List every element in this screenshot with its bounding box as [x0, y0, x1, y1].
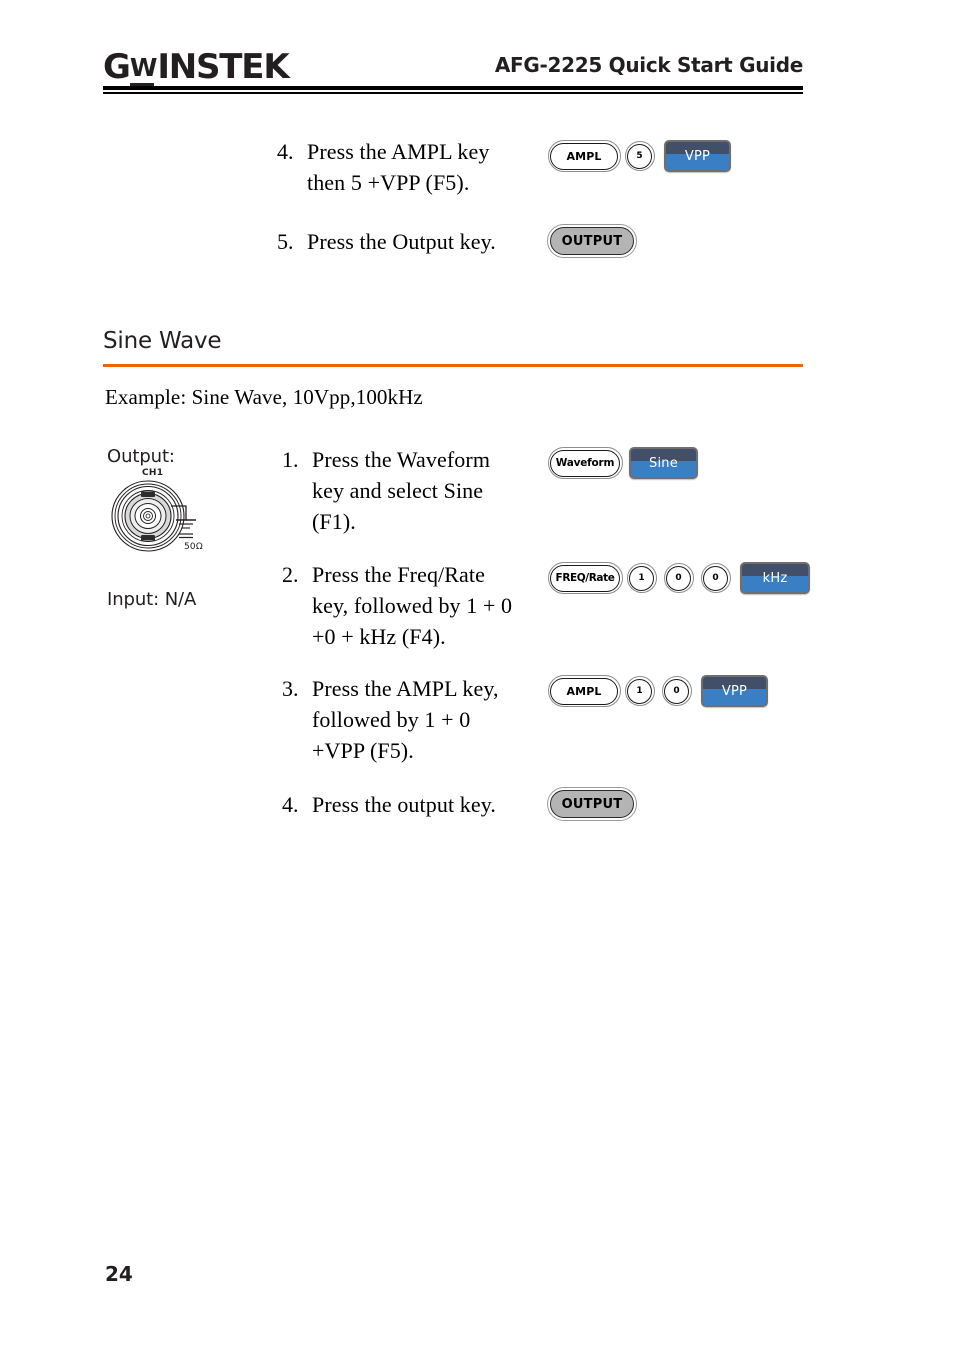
- step-text: Press the output key.: [312, 792, 496, 817]
- section-accent-rule: [103, 364, 803, 367]
- bnc-channel-label: CH1: [142, 468, 164, 478]
- bnc-connector-svg: [111, 480, 196, 552]
- bnc-impedance-label: 50Ω: [184, 542, 203, 552]
- input-label: Input: N/A: [107, 589, 197, 610]
- digit-key-0[interactable]: 0: [661, 676, 692, 706]
- step-row: 5. Press the Output key.: [277, 226, 547, 257]
- ampl-key[interactable]: AMPL: [547, 675, 621, 707]
- key-sequence: AMPL 1 0 VPP: [547, 675, 768, 707]
- step-text: Press the Waveform key and select Sine (F1…: [312, 447, 491, 534]
- key-sequence: Waveform Sine: [547, 447, 698, 479]
- key-sequence: OUTPUT: [547, 224, 637, 258]
- gw-instek-logo: GWINSTEK: [103, 47, 290, 89]
- key-sequence: FREQ/Rate 1 0 0 kHz: [547, 562, 810, 594]
- freq-rate-key[interactable]: FREQ/Rate: [547, 562, 623, 594]
- step-number: 2.: [282, 562, 299, 587]
- bnc-connector-icon: CH1 50Ω: [110, 468, 235, 563]
- vpp-softkey[interactable]: VPP: [664, 140, 731, 172]
- ampl-key[interactable]: AMPL: [547, 140, 621, 172]
- digit-key-1[interactable]: 1: [626, 563, 657, 593]
- step-row: 4. Press the output key.: [282, 789, 547, 820]
- logo-letter-g: G: [103, 47, 131, 87]
- key-sequence: OUTPUT: [547, 787, 637, 821]
- step-text: Press the Freq/Rate key, followed by 1 + …: [312, 562, 513, 649]
- document-page: GWINSTEK AFG-2225 Quick Start Guide 4. P…: [0, 0, 954, 1354]
- header-rule-thick: [103, 86, 803, 90]
- step-row: 4. Press the AMPL key then 5 +VPP (F5).: [277, 136, 547, 198]
- page-header: GWINSTEK AFG-2225 Quick Start Guide: [103, 45, 803, 89]
- logo-wordmark: INSTEK: [157, 47, 289, 87]
- output-key[interactable]: OUTPUT: [547, 787, 637, 821]
- step-number: 3.: [282, 676, 299, 701]
- step-number: 1.: [282, 447, 299, 472]
- digit-key-1[interactable]: 1: [624, 676, 655, 706]
- vpp-softkey[interactable]: VPP: [701, 675, 768, 707]
- digit-key-0-first[interactable]: 0: [663, 563, 694, 593]
- step-text: Press the AMPL key, followed by 1 + 0 +VPP…: [312, 676, 499, 763]
- step-number: 5.: [277, 229, 294, 254]
- logo-letter-w: W: [129, 49, 158, 87]
- khz-softkey[interactable]: kHz: [740, 562, 810, 594]
- digit-key-0-second[interactable]: 0: [700, 563, 731, 593]
- step-row: 2. Press the Freq/Rate key, followed by 1…: [282, 559, 547, 652]
- step-text: Press the AMPL key then 5 +VPP (F5).: [307, 139, 490, 195]
- header-rule-thin: [103, 92, 803, 94]
- waveform-key[interactable]: Waveform: [547, 447, 623, 479]
- step-text: Press the Output key.: [307, 229, 496, 254]
- step-row: 1. Press the Waveform key and select Sine…: [282, 444, 547, 537]
- output-label: Output:: [107, 446, 175, 467]
- page-number: 24: [105, 1262, 133, 1286]
- digit-key-5[interactable]: 5: [624, 141, 655, 171]
- key-sequence: AMPL 5 VPP: [547, 140, 731, 172]
- output-key[interactable]: OUTPUT: [547, 224, 637, 258]
- step-number: 4.: [282, 792, 299, 817]
- sine-softkey[interactable]: Sine: [629, 447, 698, 479]
- section-heading: Sine Wave: [103, 328, 222, 354]
- example-line: Example: Sine Wave, 10Vpp,100kHz: [105, 385, 423, 409]
- step-row: 3. Press the AMPL key, followed by 1 + 0 +…: [282, 673, 547, 766]
- step-number: 4.: [277, 139, 294, 164]
- header-title: AFG-2225 Quick Start Guide: [494, 53, 803, 77]
